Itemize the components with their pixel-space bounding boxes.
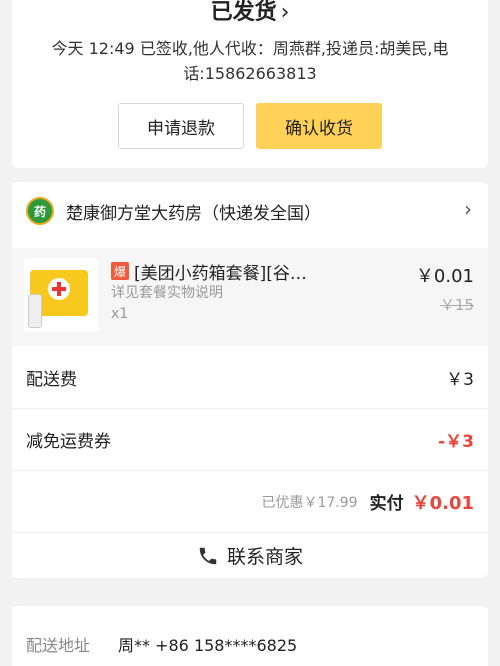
order-status-card: 已发货 › 今天 12:49 已签收,他人代收：周燕群,投递员:胡美民,电话:15… [12,0,488,168]
order-detail-card: 药 楚康御方堂大药房（快递发全国） › 爆 [美团小药箱套餐][谷… 详见套餐实… [12,182,488,578]
item-quantity: x1 [111,306,129,322]
phone-icon [199,547,217,564]
paid-value: ￥0.01 [411,492,474,514]
item-name: [美团小药箱套餐][谷… [134,264,307,284]
refund-button[interactable]: 申请退款 [118,103,244,149]
address-card: 配送地址 周** +86 158****6825 [12,606,488,666]
order-status-title[interactable]: 已发货 › [12,0,488,26]
address-value: 周** +86 158****6825 [118,636,298,655]
store-row[interactable]: 药 楚康御方堂大药房（快递发全国） › [12,182,488,240]
confirm-receipt-button[interactable]: 确认收货 [256,103,382,149]
chevron-right-icon: › [280,0,290,25]
saved-amount: 已优惠￥17.99 [261,494,358,511]
delivery-info-text: 今天 12:49 已签收,他人代收：周燕群,投递员:胡美民,电话:1586266… [51,39,449,83]
total-row: 已优惠￥17.99 实付 ￥0.01 [12,470,488,532]
coupon-label: 减免运费券 [26,432,111,452]
contact-merchant-label: 联系商家 [226,546,303,568]
item-note: 详见套餐实物说明 [111,285,223,301]
delivery-fee-label: 配送费 [26,369,77,390]
address-label: 配送地址 [26,636,91,655]
status-title-text: 已发货 [210,0,277,25]
delivery-fee-row: 配送费 ￥3 [12,346,488,408]
store-logo-icon: 药 [26,197,54,225]
item-original-price: ￥15 [439,296,474,314]
store-name: 楚康御方堂大药房（快递发全国） [66,203,321,224]
product-image [24,258,98,332]
coupon-row: 减免运费券 -￥3 [12,408,488,470]
chevron-right-icon: › [464,197,472,221]
coupon-value: -￥3 [438,432,474,452]
paid-label: 实付 [369,494,404,514]
hot-badge: 爆 [111,262,129,280]
item-price: ￥0.01 [415,266,474,287]
contact-merchant-button[interactable]: 联系商家 [12,532,488,578]
delivery-fee-value: ￥3 [446,369,474,390]
